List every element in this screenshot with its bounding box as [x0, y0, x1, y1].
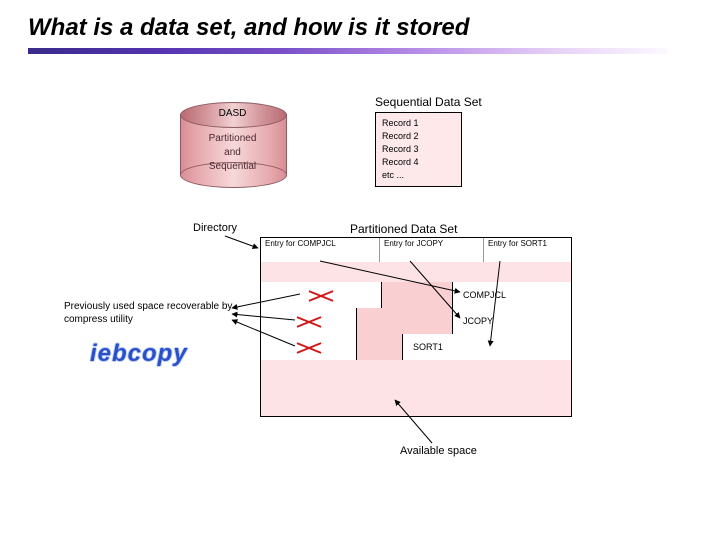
- dir-entry: Entry for SORT1: [483, 238, 571, 262]
- sequential-box: Record 1 Record 2 Record 3 Record 4 etc …: [375, 112, 462, 187]
- seq-record: etc ...: [382, 169, 455, 182]
- seq-record: Record 3: [382, 143, 455, 156]
- dasd-label: DASD: [180, 108, 285, 119]
- member-label: JCOPY: [453, 308, 571, 334]
- pds-available-row: [261, 360, 571, 415]
- pds-member-row: COMPJCL: [261, 282, 571, 309]
- directory-label: Directory: [193, 222, 237, 234]
- member-label: SORT1: [403, 334, 571, 360]
- slide-title: What is a data set, and how is it stored: [28, 14, 469, 42]
- title-underline: [28, 48, 668, 54]
- seq-record: Record 2: [382, 130, 455, 143]
- sequential-title: Sequential Data Set: [375, 95, 482, 109]
- pds-title: Partitioned Data Set: [350, 222, 457, 236]
- pds-member-row: SORT1: [261, 334, 571, 361]
- dasd-cylinder: DASD Partitioned and Sequential: [180, 102, 285, 187]
- seq-record: Record 4: [382, 156, 455, 169]
- seq-record: Record 1: [382, 117, 455, 130]
- cross-icon: [296, 339, 322, 355]
- previously-used-label: Previously used space recoverable by com…: [64, 300, 234, 326]
- member-label: COMPJCL: [453, 282, 571, 308]
- dasd-sublabel: Partitioned and Sequential: [180, 132, 285, 174]
- available-space-label: Available space: [400, 445, 477, 457]
- dir-entry: Entry for JCOPY: [379, 238, 483, 262]
- cross-icon: [308, 287, 334, 303]
- dir-entry: Entry for COMPJCL: [261, 238, 379, 262]
- iebcopy-label: iebcopy: [90, 340, 188, 368]
- pds-gap-row: [261, 262, 571, 283]
- pds-member-row: JCOPY: [261, 308, 571, 335]
- pds-box: Entry for COMPJCL Entry for JCOPY Entry …: [260, 237, 572, 417]
- cross-icon: [296, 313, 322, 329]
- pds-directory-row: Entry for COMPJCL Entry for JCOPY Entry …: [261, 238, 571, 263]
